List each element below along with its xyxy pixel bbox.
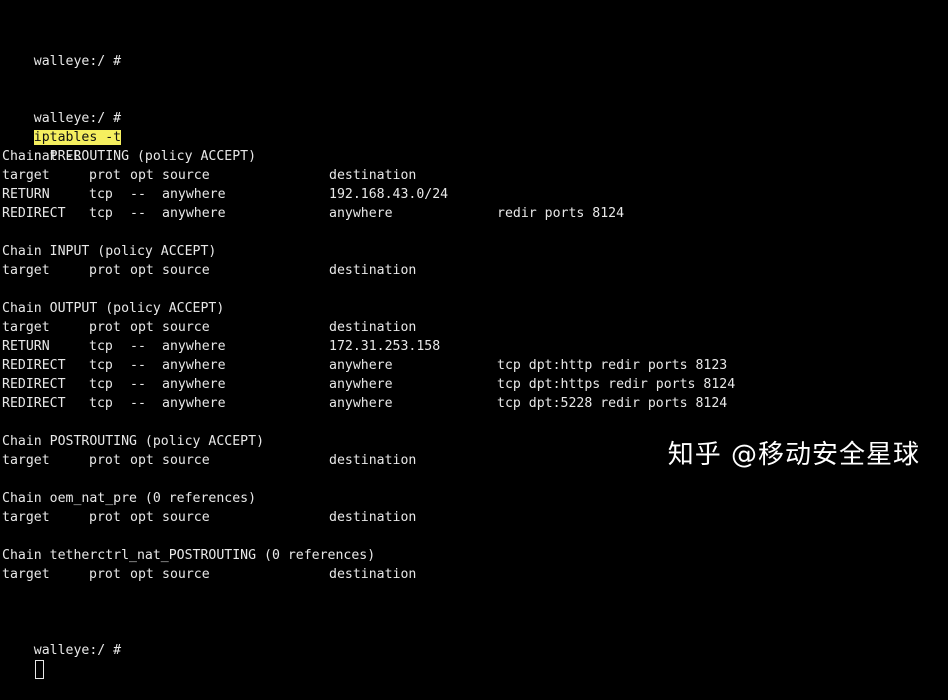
- header-cell: destination: [329, 510, 417, 525]
- header-cell: destination: [329, 263, 417, 278]
- header-cell: source: [162, 320, 210, 335]
- rule-cell: anywhere: [162, 396, 226, 411]
- prompt-text: walleye:/ #: [33, 54, 122, 69]
- rule-cell: --: [130, 377, 146, 392]
- rule-cell: tcp: [89, 396, 113, 411]
- rule-cell: REDIRECT: [2, 396, 66, 411]
- rule-cell: REDIRECT: [2, 206, 66, 221]
- rule-cell: tcp: [89, 187, 113, 202]
- rule-cell: 172.31.253.158: [329, 339, 441, 354]
- rule-cell: redir ports 8124: [497, 206, 625, 221]
- header-cell: destination: [329, 567, 417, 582]
- header-cell: target: [2, 567, 50, 582]
- rule-cell: RETURN: [2, 339, 50, 354]
- final-prompt-line[interactable]: walleye:/ #: [2, 622, 946, 679]
- rule-cell: anywhere: [162, 206, 226, 221]
- header-cell: source: [162, 263, 210, 278]
- header-cell: destination: [329, 320, 417, 335]
- header-cell: prot: [89, 263, 121, 278]
- chain-header: target prot opt source destination: [2, 565, 946, 584]
- rule-row: REDIRECT tcp -- anywhere anywhere tcp dpt:522…: [2, 394, 946, 413]
- watermark-text: 知乎 @移动安全星球: [667, 440, 920, 470]
- rule-cell: anywhere: [329, 358, 393, 373]
- rule-row: REDIRECT tcp -- anywhere anywhere redir ports…: [2, 204, 946, 223]
- rule-row: REDIRECT tcp -- anywhere anywhere tcp dpt:htt…: [2, 356, 946, 375]
- rule-row: RETURN tcp -- anywhere 172.31.253.158: [2, 337, 946, 356]
- rule-cell: --: [130, 206, 146, 221]
- chain-title: Chain oem_nat_pre (0 references): [2, 491, 257, 506]
- chain-title: Chain tetherctrl_nat_POSTROUTING (0 refe…: [2, 548, 376, 563]
- prompt-text: walleye:/ #: [33, 111, 122, 126]
- rule-cell: anywhere: [329, 377, 393, 392]
- rule-cell: anywhere: [329, 396, 393, 411]
- rule-cell: anywhere: [162, 377, 226, 392]
- rule-cell: tcp: [89, 358, 113, 373]
- header-cell: opt: [130, 510, 154, 525]
- header-cell: prot: [89, 453, 121, 468]
- header-cell: target: [2, 510, 50, 525]
- chain-header: target prot opt source destination: [2, 318, 946, 337]
- rule-cell: RETURN: [2, 187, 50, 202]
- header-cell: opt: [130, 453, 154, 468]
- command-line: walleye:/ # iptables -t nat -L: [2, 90, 946, 164]
- prompt-text: walleye:/ #: [33, 643, 122, 658]
- rule-cell: tcp dpt:http redir ports 8123: [497, 358, 728, 373]
- header-cell: target: [2, 320, 50, 335]
- terminal-window[interactable]: walleye:/ # walleye:/ # iptables -t nat …: [2, 0, 946, 679]
- text-cursor[interactable]: [34, 660, 44, 679]
- rule-cell: anywhere: [162, 339, 226, 354]
- header-cell: source: [162, 453, 210, 468]
- rule-cell: --: [130, 339, 146, 354]
- header-cell: target: [2, 168, 50, 183]
- rule-cell: tcp: [89, 377, 113, 392]
- rule-cell: --: [130, 396, 146, 411]
- header-cell: destination: [329, 168, 417, 183]
- rule-cell: tcp: [89, 339, 113, 354]
- chain-list: Chain PREROUTING (policy ACCEPT) target pr…: [2, 147, 946, 584]
- command-highlight: iptables -t: [33, 130, 122, 145]
- rule-cell: anywhere: [162, 187, 226, 202]
- rule-cell: 192.168.43.0/24: [329, 187, 449, 202]
- chain-header: target prot opt source destination: [2, 166, 946, 185]
- header-cell: source: [162, 567, 210, 582]
- header-cell: source: [162, 510, 210, 525]
- rule-cell: --: [130, 358, 146, 373]
- header-cell: opt: [130, 168, 154, 183]
- header-cell: prot: [89, 510, 121, 525]
- header-cell: target: [2, 453, 50, 468]
- chain-header: target prot opt source destination: [2, 261, 946, 280]
- header-cell: source: [162, 168, 210, 183]
- rule-cell: tcp: [89, 206, 113, 221]
- rule-cell: --: [130, 187, 146, 202]
- chain-title: Chain PREROUTING (policy ACCEPT): [2, 149, 257, 164]
- rule-row: RETURN tcp -- anywhere 192.168.43.0/24: [2, 185, 946, 204]
- rule-row: REDIRECT tcp -- anywhere anywhere tcp dpt:htt…: [2, 375, 946, 394]
- chain-title: Chain INPUT (policy ACCEPT): [2, 244, 217, 259]
- rule-cell: tcp dpt:5228 redir ports 8124: [497, 396, 728, 411]
- header-cell: prot: [89, 168, 121, 183]
- rule-cell: anywhere: [329, 206, 393, 221]
- header-cell: prot: [89, 320, 121, 335]
- rule-cell: tcp dpt:https redir ports 8124: [497, 377, 736, 392]
- rule-cell: REDIRECT: [2, 358, 66, 373]
- chain-header: target prot opt source destination: [2, 508, 946, 527]
- header-cell: opt: [130, 263, 154, 278]
- rule-cell: anywhere: [162, 358, 226, 373]
- header-cell: opt: [130, 320, 154, 335]
- header-cell: target: [2, 263, 50, 278]
- header-cell: prot: [89, 567, 121, 582]
- rule-cell: REDIRECT: [2, 377, 66, 392]
- prompt-line: walleye:/ #: [2, 33, 946, 69]
- header-cell: opt: [130, 567, 154, 582]
- chain-title: Chain OUTPUT (policy ACCEPT): [2, 301, 225, 316]
- header-cell: destination: [329, 453, 417, 468]
